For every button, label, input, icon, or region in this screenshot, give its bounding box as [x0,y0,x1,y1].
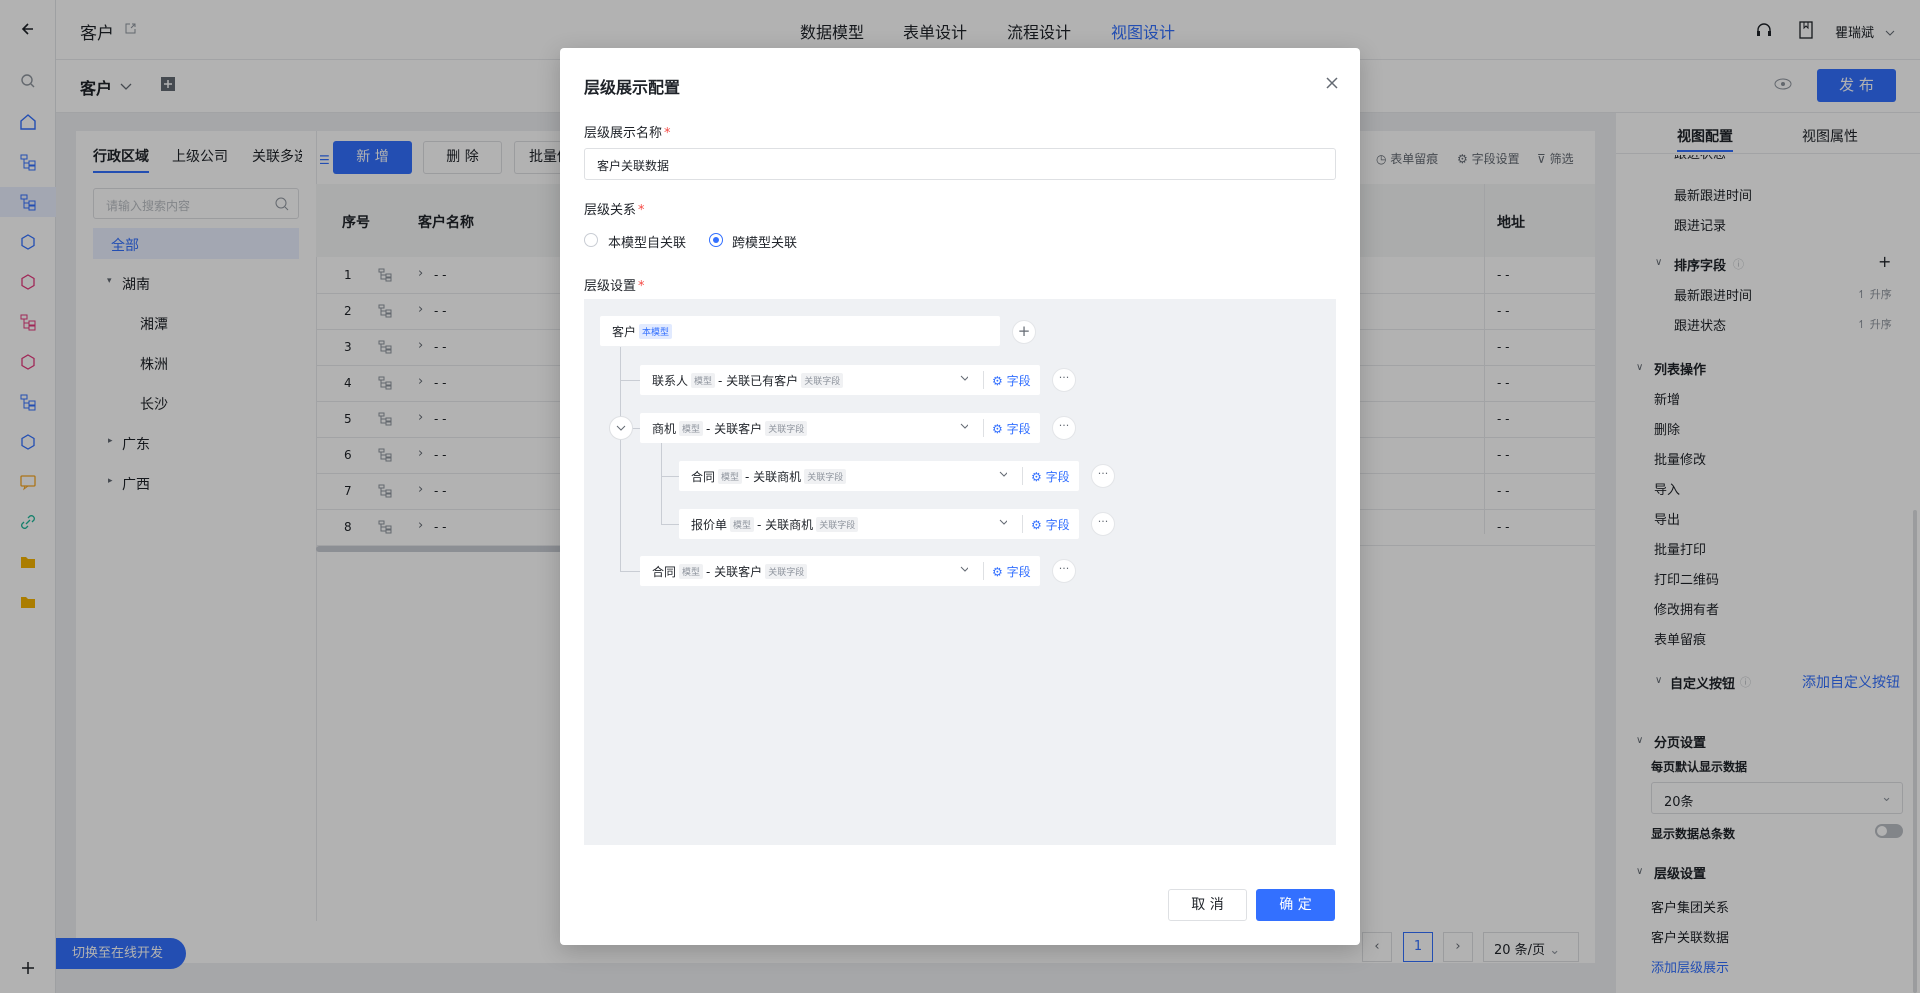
field-button: ⚙ 字段 [992,422,1031,436]
name-label: 层级展示名称 * [584,126,671,141]
settings-label: 层级设置 * [584,279,645,294]
level-node[interactable]: 商机 模型 - 关联客户 关联字段 ⚙ 字段 [640,413,1040,443]
level-node[interactable]: 联系人 模型 - 关联已有客户 关联字段 ⚙ 字段 [640,365,1040,395]
level-node[interactable]: 报价单 模型 - 关联商机 关联字段 ⚙ 字段 [679,509,1079,539]
name-input[interactable]: 客户关联数据 [584,148,1336,180]
field-button: ⚙ 字段 [1031,470,1070,484]
confirm-button[interactable]: 确 定 [1256,889,1335,921]
chevron-down-icon [999,519,1007,525]
chevron-down-icon [999,471,1007,477]
field-button: ⚙ 字段 [1031,518,1070,532]
close-icon[interactable] [1325,76,1339,94]
radio-cross-relation[interactable] [709,233,723,247]
radio-cross-relation-label[interactable]: 跨模型关联 [732,232,797,251]
field-button: ⚙ 字段 [992,565,1031,579]
chevron-down-icon [960,423,968,429]
level-node[interactable]: 合同 模型 - 关联商机 关联字段 ⚙ 字段 [679,461,1079,491]
chevron-down-icon [960,566,968,572]
modal-title: 层级展示配置 [584,78,681,97]
chevron-down-icon [960,375,968,381]
cancel-button[interactable]: 取 消 [1168,889,1247,921]
more-options-button[interactable]: ··· [1052,559,1076,583]
more-options-button[interactable]: ··· [1091,464,1115,488]
field-button: ⚙ 字段 [992,374,1031,388]
relation-label: 层级关系 * [584,203,645,218]
root-node[interactable]: 客户 本模型 [600,316,1000,346]
more-options-button[interactable]: ··· [1052,416,1076,440]
radio-self-relation[interactable] [584,233,598,247]
radio-self-relation-label[interactable]: 本模型自关联 [608,232,686,251]
level-node[interactable]: 合同 模型 - 关联客户 关联字段 ⚙ 字段 [640,556,1040,586]
more-options-button[interactable]: ··· [1091,512,1115,536]
more-options-button[interactable]: ··· [1052,368,1076,392]
add-child-button[interactable]: + [1012,320,1036,344]
collapse-toggle[interactable] [609,416,633,440]
